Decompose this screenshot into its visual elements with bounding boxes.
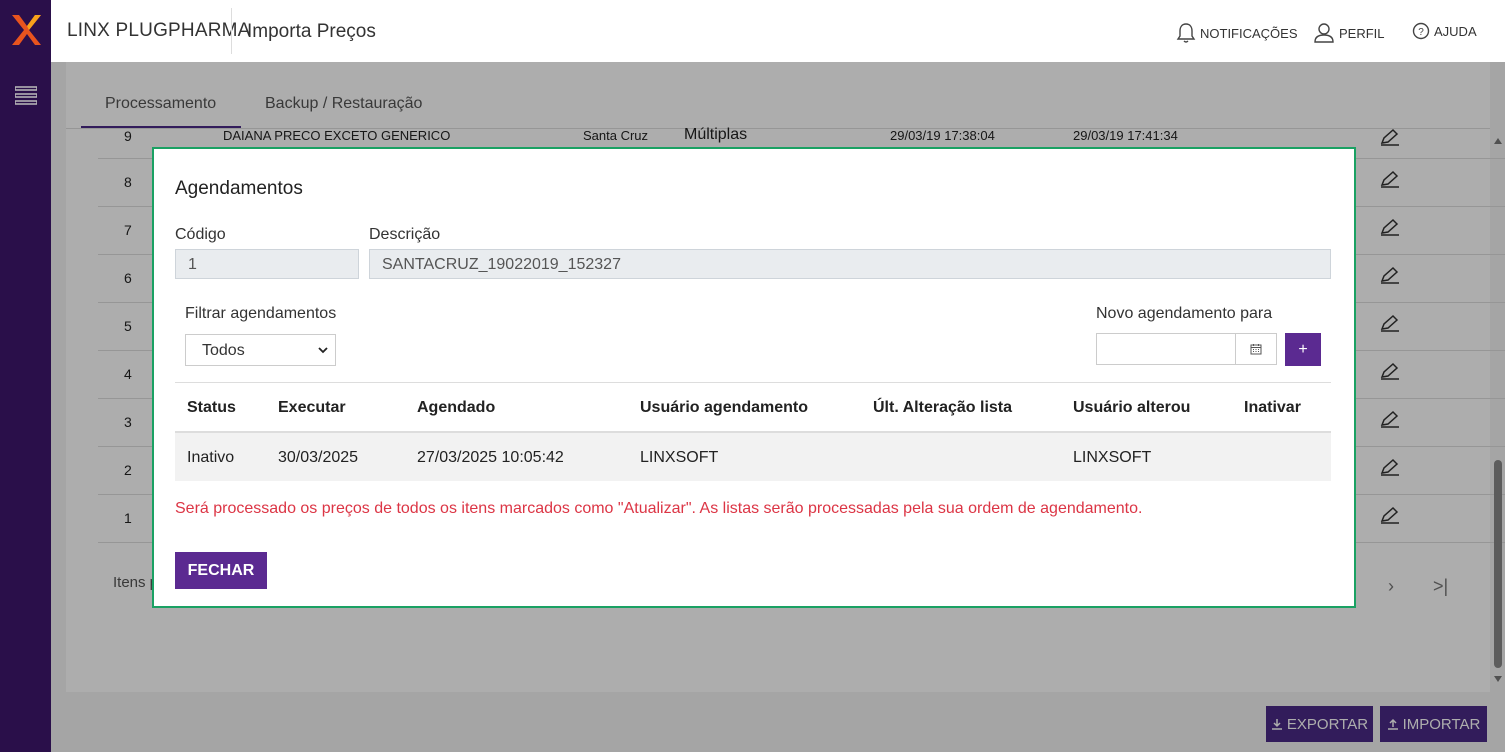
header-divider bbox=[231, 8, 232, 54]
profile-label: PERFIL bbox=[1339, 25, 1385, 41]
help-icon: ? bbox=[1412, 22, 1430, 40]
chevron-down-icon bbox=[318, 347, 328, 354]
novo-agendamento-label: Novo agendamento para bbox=[1096, 305, 1273, 322]
help-button[interactable]: ? AJUDA bbox=[1412, 22, 1477, 40]
filter-value: Todos bbox=[202, 342, 245, 359]
cell-usuario-agendamento: LINXSOFT bbox=[640, 449, 719, 466]
calendar-button[interactable] bbox=[1236, 333, 1277, 365]
help-label: AJUDA bbox=[1434, 23, 1477, 39]
codigo-label: Código bbox=[175, 226, 226, 243]
cell-executar: 30/03/2025 bbox=[278, 449, 359, 466]
linx-logo bbox=[12, 15, 41, 45]
filter-select[interactable]: Todos bbox=[185, 334, 336, 366]
codigo-field: 1 bbox=[175, 249, 359, 279]
descricao-field: SANTACRUZ_19022019_152327 bbox=[369, 249, 1331, 279]
agendamentos-modal: Agendamentos Código 1 Descrição SANTACRU… bbox=[152, 147, 1356, 608]
table-top-border bbox=[175, 382, 1331, 383]
close-button[interactable]: FECHAR bbox=[175, 552, 267, 589]
bell-icon bbox=[1176, 23, 1196, 43]
page-title: Importa Preços bbox=[247, 21, 376, 42]
brand-name: LINX PLUGPHARMA bbox=[67, 20, 251, 41]
descricao-label: Descrição bbox=[369, 226, 441, 243]
cell-usuario-alterou: LINXSOFT bbox=[1073, 449, 1152, 466]
cell-agendado: 27/03/2025 10:05:42 bbox=[417, 449, 564, 466]
sidebar bbox=[0, 0, 51, 752]
add-schedule-button[interactable]: + bbox=[1285, 333, 1321, 366]
column-header: Executar bbox=[278, 399, 346, 416]
modal-title: Agendamentos bbox=[175, 178, 303, 199]
column-header: Últ. Alteração lista bbox=[873, 399, 1013, 416]
column-header: Status bbox=[187, 399, 236, 416]
profile-button[interactable]: PERFIL bbox=[1313, 22, 1385, 44]
cell-status: Inativo bbox=[187, 449, 235, 466]
processing-note: Será processado os preços de todos os it… bbox=[175, 500, 1143, 517]
date-input[interactable] bbox=[1096, 333, 1236, 365]
user-icon bbox=[1314, 23, 1334, 43]
column-header: Agendado bbox=[417, 399, 496, 416]
column-header: Usuário agendamento bbox=[640, 399, 809, 416]
top-bar: LINX PLUGPHARMA Importa Preços NOTIFICAÇ… bbox=[51, 0, 1505, 63]
svg-text:?: ? bbox=[1418, 27, 1424, 38]
menu-icon[interactable] bbox=[15, 86, 37, 106]
column-header: Usuário alterou bbox=[1073, 399, 1191, 416]
notifications-button[interactable]: NOTIFICAÇÕES bbox=[1176, 22, 1298, 44]
calendar-icon bbox=[1250, 344, 1262, 355]
column-header: Inativar bbox=[1244, 399, 1301, 416]
filter-label: Filtrar agendamentos bbox=[185, 305, 337, 322]
notifications-label: NOTIFICAÇÕES bbox=[1200, 25, 1298, 41]
